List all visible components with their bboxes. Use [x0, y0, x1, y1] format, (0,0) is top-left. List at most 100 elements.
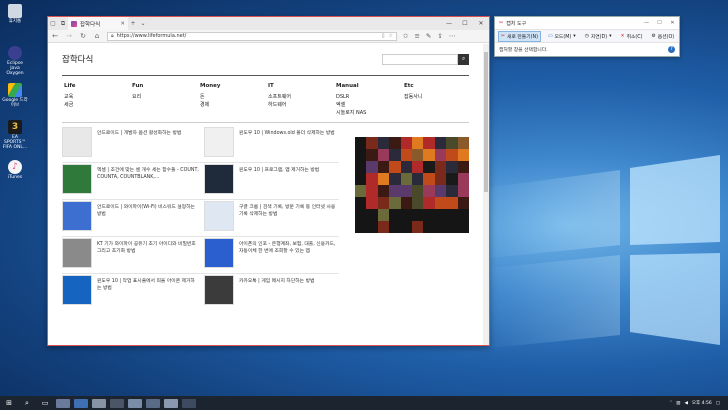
post-item[interactable]: 윈도우 10 | 프로그램, 앱 제거하는 방법 [204, 164, 341, 200]
post-item[interactable]: 카카오톡 | 게임 메시지 차단하는 방법 [204, 275, 341, 311]
menu-item[interactable]: 시놀로지 NAS [336, 109, 366, 117]
share-icon[interactable]: ⇪ [437, 32, 442, 40]
start-windows-icon[interactable]: ⊞ [0, 396, 18, 410]
post-title[interactable]: 구글 크롬 | 검색 기록, 방문 기록 등 인터넷 사용 기록 삭제하는 방법 [239, 201, 341, 237]
post-thumbnail[interactable] [204, 238, 234, 268]
forward-arrow-icon[interactable]: → [65, 32, 73, 40]
post-thumbnail[interactable] [204, 275, 234, 305]
post-item[interactable]: 아이폰의 인포 - 은행계좌, 보험, 대출, 신용카드, 자동이체 한 번에 … [204, 238, 341, 274]
search-icon[interactable]: ⌕ [458, 53, 469, 65]
delay-button[interactable]: ◷ 지연(D) ▾ [583, 31, 614, 42]
volume-icon[interactable]: ◀︎ [684, 401, 687, 406]
post-title[interactable]: 윈도우 10 | Windows.old 폴더 삭제하는 방법 [239, 127, 335, 163]
post-item[interactable]: KT 기가 와이파이 공유기 초기 아이디와 비밀번호 그리고 초기화 방법 [62, 238, 199, 274]
post-item[interactable]: 구글 크롬 | 검색 기록, 방문 기록 등 인터넷 사용 기록 삭제하는 방법 [204, 201, 341, 237]
menu-heading[interactable]: Life [64, 82, 76, 90]
desktop-icon-fifa-online[interactable]: 3 EA SPORTS™ FIFA ONL... [2, 120, 28, 150]
vertical-scrollbar[interactable] [483, 44, 489, 345]
post-thumbnail[interactable] [62, 238, 92, 268]
network-icon[interactable]: ▥ [676, 401, 680, 406]
minimize-button[interactable]: — [640, 20, 653, 26]
chevron-up-icon[interactable]: ˄ [670, 401, 672, 406]
options-button[interactable]: ⚙ 옵션(O) [649, 31, 676, 42]
menu-item[interactable]: 세금 [64, 101, 76, 109]
menu-item[interactable]: 소프트웨어 [268, 93, 291, 101]
post-title[interactable]: KT 기가 와이파이 공유기 초기 아이디와 비밀번호 그리고 초기화 방법 [97, 238, 199, 274]
post-title[interactable]: 안드로이드 | 개발자 옵션 활성화하는 방법 [97, 127, 181, 163]
post-title[interactable]: 엑셀 | 조건에 맞는 셀 개수 세는 함수들 - COUNT, COUNTA,… [97, 164, 199, 200]
favorite-star-icon[interactable]: ☆ [389, 33, 393, 39]
post-title[interactable]: 카카오톡 | 게임 메시지 차단하는 방법 [239, 275, 314, 311]
home-icon[interactable]: ⌂ [93, 32, 101, 40]
post-thumbnail[interactable] [62, 201, 92, 231]
post-thumbnail[interactable] [62, 164, 92, 194]
mode-button[interactable]: ▭ 모드(M) ▾ [546, 31, 578, 42]
post-title[interactable]: 아이폰의 인포 - 은행계좌, 보험, 대출, 신용카드, 자동이체 한 번에 … [239, 238, 341, 274]
task-view-icon[interactable]: ▭ [36, 396, 54, 410]
notification-icon[interactable]: ▢ [716, 401, 720, 406]
hub-icon[interactable]: ≡ [414, 32, 419, 40]
web-note-icon[interactable]: ✎ [426, 32, 431, 40]
tab-close-icon[interactable]: ✕ [120, 21, 125, 27]
taskbar-app-icon[interactable] [74, 398, 88, 408]
menu-item[interactable]: 하드웨어 [268, 101, 291, 109]
menu-item[interactable]: DSLR [336, 93, 366, 101]
close-button[interactable]: ✕ [473, 20, 489, 27]
taskbar-app-icon[interactable] [56, 398, 70, 408]
site-title[interactable]: 잡학다식 [62, 53, 93, 65]
post-thumbnail[interactable] [204, 127, 234, 157]
clock-text[interactable]: 오후 4:56 [692, 400, 712, 406]
taskbar-app-icon[interactable] [164, 398, 178, 408]
url-field[interactable]: 🔒︎ https://www.lifeformula.net/ ▯ ☆ [107, 31, 397, 41]
cancel-button[interactable]: ✕ 취소(C) [619, 31, 645, 42]
edge-browser-window[interactable]: ▢ ⧉ 잡학다식 ✕ + ⌄ — ☐ ✕ ← → ↻ ⌂ 🔒︎ https://… [47, 16, 490, 346]
favorites-hub-icon[interactable]: ✩ [403, 32, 408, 40]
desktop-icon-itunes[interactable]: ♪ iTunes [2, 160, 28, 180]
post-title[interactable]: 윈도우 10 | 프로그램, 앱 제거하는 방법 [239, 164, 319, 200]
refresh-icon[interactable]: ↻ [79, 32, 87, 40]
menu-item[interactable]: 요리 [132, 93, 143, 101]
post-item[interactable]: 윈도우 10 | Windows.old 폴더 삭제하는 방법 [204, 127, 341, 163]
help-icon[interactable]: ? [668, 45, 675, 53]
back-arrow-icon[interactable]: ← [51, 32, 59, 40]
post-title[interactable]: 윈도우 10 | 작업 표시줄에서 띄울 아이콘 제거하는 방법 [97, 275, 199, 311]
post-thumbnail[interactable] [62, 127, 92, 157]
post-item[interactable]: 윈도우 10 | 작업 표시줄에서 띄울 아이콘 제거하는 방법 [62, 275, 199, 311]
taskbar-app-icon[interactable] [128, 398, 142, 408]
menu-item[interactable]: 잡동사니 [404, 93, 422, 101]
taskbar-app-icon[interactable] [146, 398, 160, 408]
tab-preview-icon[interactable]: ⧉ [58, 17, 68, 30]
maximize-button[interactable]: ☐ [653, 20, 666, 26]
new-snip-button[interactable]: ✂ 새로 만들기(N) [498, 30, 541, 42]
post-thumbnail[interactable] [62, 275, 92, 305]
menu-heading[interactable]: Manual [336, 82, 366, 90]
menu-heading[interactable]: Etc [404, 82, 422, 90]
menu-item[interactable]: 엑셀 [336, 101, 366, 109]
post-thumbnail[interactable] [204, 164, 234, 194]
taskbar-app-icon[interactable] [92, 398, 106, 408]
desktop-icon-google-drive[interactable]: Google 드라이브 [2, 83, 28, 108]
maximize-button[interactable]: ☐ [457, 20, 473, 27]
menu-item[interactable]: 교육 [64, 93, 76, 101]
taskbar-app-icon[interactable] [110, 398, 124, 408]
advertisement-image[interactable] [355, 137, 469, 233]
desktop-icon-recycle-bin[interactable]: 휴지통 [2, 4, 28, 24]
snipping-tool-window[interactable]: ✂ 캡처 도구 — ☐ ✕ ✂ 새로 만들기(N) ▭ 모드(M) ▾ ◷ 지연… [494, 16, 680, 57]
post-title[interactable]: 안드로이드 | 와이파이(Wi-Fi) 비스워드 설정하는 방법 [97, 201, 199, 237]
minimize-button[interactable]: — [441, 20, 457, 27]
tab-active[interactable]: 잡학다식 ✕ [68, 17, 128, 30]
search-icon[interactable]: ⌕ [18, 396, 36, 410]
close-button[interactable]: ✕ [666, 20, 679, 26]
search-input[interactable] [382, 53, 458, 65]
post-item[interactable]: 안드로이드 | 와이파이(Wi-Fi) 비스워드 설정하는 방법 [62, 201, 199, 237]
new-tab-icon[interactable]: + [128, 17, 138, 30]
desktop-icon-eclipse[interactable]: Eclipse Java Oxygen [2, 46, 28, 76]
menu-heading[interactable]: Money [200, 82, 220, 90]
reading-view-icon[interactable]: ▯ [382, 33, 385, 39]
menu-heading[interactable]: Fun [132, 82, 143, 90]
tab-set-aside-icon[interactable]: ▢ [48, 17, 58, 30]
menu-item[interactable]: 돈 [200, 93, 220, 101]
menu-heading[interactable]: IT [268, 82, 291, 90]
taskbar-app-icon[interactable] [182, 398, 196, 408]
scrollbar-thumb[interactable] [484, 52, 488, 192]
